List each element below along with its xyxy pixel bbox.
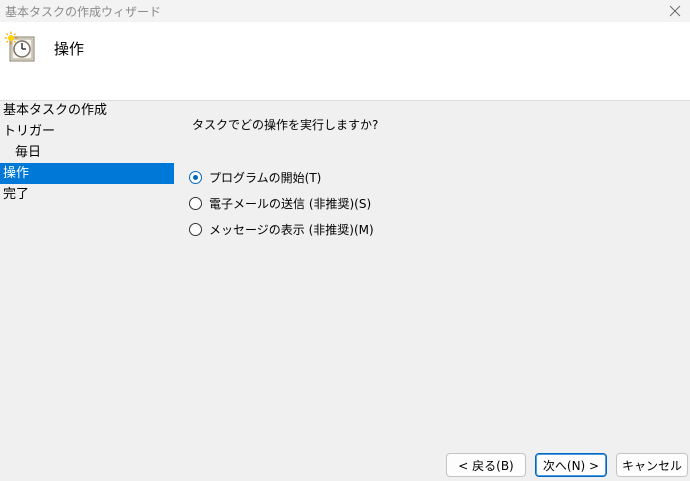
option-start-program[interactable]: プログラムの開始(T) xyxy=(189,164,374,190)
option-send-email[interactable]: 電子メールの送信 (非推奨)(S) xyxy=(189,190,374,216)
step-trigger: トリガー xyxy=(3,124,56,139)
step-create-basic-task: 基本タスクの作成 xyxy=(3,103,108,118)
option-label: メッセージの表示 (非推奨)(M) xyxy=(209,222,374,237)
page-title: 操作 xyxy=(54,40,85,58)
radio-display-message[interactable] xyxy=(189,222,202,236)
step-action: 操作 xyxy=(0,163,174,184)
window-title: 基本タスクの作成ウィザード xyxy=(5,5,162,19)
cancel-button[interactable]: キャンセル xyxy=(616,453,688,477)
action-question: タスクでどの操作を実行しますか? xyxy=(192,118,379,132)
wizard-header: 操作 xyxy=(0,22,690,100)
step-finish: 完了 xyxy=(3,187,30,202)
radio-start-program[interactable] xyxy=(189,170,202,184)
wizard-window: 基本タスクの作成ウィザード 操作 基本タスクの作成 トリガー 毎日 操作 完了 … xyxy=(0,0,690,481)
close-icon[interactable] xyxy=(666,2,684,20)
option-label: プログラムの開始(T) xyxy=(209,170,322,185)
next-button[interactable]: 次へ(N) > xyxy=(535,453,607,477)
step-daily: 毎日 xyxy=(15,145,42,160)
task-scheduler-clock-icon xyxy=(4,31,36,63)
option-label: 電子メールの送信 (非推奨)(S) xyxy=(209,196,372,211)
wizard-steps: 基本タスクの作成 トリガー 毎日 操作 完了 xyxy=(0,100,174,205)
back-button[interactable]: < 戻る(B) xyxy=(446,453,526,477)
title-bar: 基本タスクの作成ウィザード xyxy=(0,0,690,22)
option-display-message[interactable]: メッセージの表示 (非推奨)(M) xyxy=(189,216,374,242)
action-options: プログラムの開始(T) 電子メールの送信 (非推奨)(S) メッセージの表示 (… xyxy=(189,164,374,242)
radio-send-email[interactable] xyxy=(189,196,202,210)
